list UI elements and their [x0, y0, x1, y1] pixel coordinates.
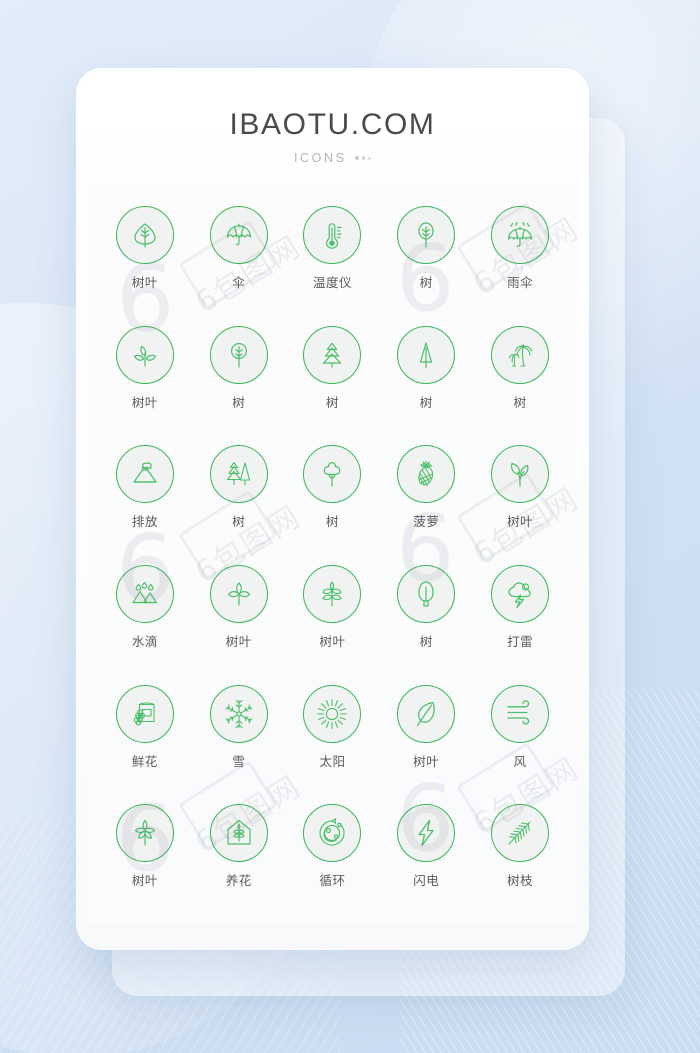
icon-cell[interactable]: 循环 [286, 794, 380, 914]
icon-label: 树 [232, 395, 246, 410]
icon-label: 雪 [232, 754, 246, 769]
icon-cell[interactable]: 树 [286, 316, 380, 436]
icon-cell[interactable]: 树叶 [286, 555, 380, 675]
fern-branch-icon[interactable] [491, 804, 550, 863]
icon-grid: 树叶 伞 温度仪 树 雨伞 树叶 树 树 树 树 排放 树 树 菠萝 树叶 水滴… [88, 182, 577, 924]
snowflake-icon[interactable] [209, 684, 268, 743]
fir-tree-icon[interactable] [303, 325, 362, 384]
icon-label: 温度仪 [312, 276, 352, 290]
card-header: IBAOTU.COM ICONS [76, 68, 589, 165]
wind-icon[interactable] [491, 684, 550, 743]
two-pines-icon[interactable] [209, 445, 268, 504]
umbrella-icon[interactable] [209, 206, 268, 264]
icon-cell[interactable]: 雪 [192, 675, 286, 795]
icon-cell[interactable]: 太阳 [286, 675, 380, 795]
icon-label: 循环 [319, 874, 346, 889]
leaf-branch-icon[interactable] [303, 564, 362, 623]
page-subtitle: ICONS [293, 151, 347, 165]
icon-cell[interactable]: 雨伞 [473, 196, 567, 316]
three-leaf-sprout-icon[interactable] [115, 325, 174, 384]
icon-label: 排放 [131, 515, 158, 530]
sun-icon[interactable] [303, 684, 362, 743]
icon-label: 闪电 [413, 874, 440, 889]
icon-set-card: IBAOTU.COM ICONS 树叶 伞 温度仪 树 雨伞 树叶 树 树 树 … [76, 68, 589, 950]
icon-label: 打雷 [507, 634, 534, 649]
icon-label: 树 [419, 395, 433, 410]
icon-label: 太阳 [319, 754, 346, 769]
palm-tree-icon[interactable] [491, 325, 550, 384]
icon-label: 树 [419, 276, 433, 290]
flower-package-icon[interactable] [115, 684, 174, 743]
narrow-pine-icon[interactable] [397, 325, 456, 384]
leaf-heart-icon[interactable] [115, 206, 174, 264]
round-tree-icon[interactable] [397, 206, 456, 264]
icon-cell[interactable]: 排放 [98, 435, 192, 555]
icon-cell[interactable]: 树叶 [473, 435, 567, 555]
maple-leaf-icon[interactable] [115, 804, 174, 863]
icon-label: 树叶 [131, 874, 158, 889]
icon-cell[interactable]: 伞 [192, 196, 286, 316]
icon-label: 树 [232, 515, 246, 530]
icon-label: 养花 [225, 874, 252, 889]
icon-label: 雨伞 [507, 276, 534, 290]
icon-label: 树 [513, 395, 527, 410]
icon-label: 树叶 [131, 395, 158, 410]
icon-cell[interactable]: 树枝 [473, 794, 567, 914]
icon-cell[interactable]: 树 [379, 555, 473, 675]
icon-cell[interactable]: 风 [473, 675, 567, 795]
icon-cell[interactable]: 树 [192, 316, 286, 436]
icon-label: 树 [325, 395, 339, 410]
icon-grid-panel: 树叶 伞 温度仪 树 雨伞 树叶 树 树 树 树 排放 树 树 菠萝 树叶 水滴… [88, 182, 577, 924]
rain-umbrella-icon[interactable] [491, 206, 550, 264]
icon-label: 鲜花 [131, 754, 158, 769]
icon-label: 树叶 [225, 634, 252, 649]
icon-label: 水滴 [131, 634, 158, 649]
icon-cell[interactable]: 树 [379, 316, 473, 436]
icon-cell[interactable]: 树 [379, 196, 473, 316]
icon-label: 伞 [232, 276, 246, 290]
lightning-bolt-icon[interactable] [397, 804, 456, 863]
icon-label: 树叶 [507, 515, 534, 530]
thermometer-icon[interactable] [303, 206, 362, 264]
water-drop-mountain-icon[interactable] [115, 564, 174, 623]
icon-label: 菠萝 [413, 515, 440, 530]
icon-label: 树叶 [131, 276, 158, 290]
icon-label: 树 [325, 515, 339, 530]
subtitle-row: ICONS [76, 151, 589, 165]
recycle-orbit-icon[interactable] [303, 804, 362, 863]
icon-cell[interactable]: 树叶 [192, 555, 286, 675]
icon-cell[interactable]: 树 [192, 435, 286, 555]
icon-cell[interactable]: 菠萝 [379, 435, 473, 555]
icon-label: 树叶 [413, 754, 440, 769]
single-leaf-icon[interactable] [397, 684, 456, 743]
oval-tree-icon[interactable] [397, 564, 456, 623]
icon-cell[interactable]: 闪电 [379, 794, 473, 914]
icon-label: 树 [419, 634, 433, 649]
page-title: IBAOTU.COM [229, 108, 436, 141]
cloud-tree-icon[interactable] [303, 445, 362, 504]
icon-cell[interactable]: 打雷 [473, 555, 567, 675]
circle-crown-tree-icon[interactable] [209, 325, 268, 384]
icon-cell[interactable]: 鲜花 [98, 675, 192, 795]
icon-cell[interactable]: 树 [286, 435, 380, 555]
icon-cell[interactable]: 温度仪 [286, 196, 380, 316]
icon-cell[interactable]: 树 [473, 316, 567, 436]
icon-label: 风 [513, 754, 527, 769]
icon-label: 树枝 [507, 874, 534, 889]
two-leaf-sprout-icon[interactable] [491, 445, 550, 504]
trefoil-leaf-icon[interactable] [209, 564, 268, 623]
icon-cell[interactable]: 树叶 [98, 794, 192, 914]
thunder-cloud-icon[interactable] [491, 564, 550, 623]
greenhouse-icon[interactable] [209, 804, 268, 863]
pineapple-icon[interactable] [397, 445, 456, 504]
icon-cell[interactable]: 树叶 [98, 316, 192, 436]
icon-cell[interactable]: 养花 [192, 794, 286, 914]
icon-label: 树叶 [319, 634, 346, 649]
icon-cell[interactable]: 树叶 [379, 675, 473, 795]
icon-cell[interactable]: 树叶 [98, 196, 192, 316]
icon-cell[interactable]: 水滴 [98, 555, 192, 675]
ellipsis-dots-icon [354, 156, 372, 160]
emission-volcano-icon[interactable] [115, 445, 174, 504]
